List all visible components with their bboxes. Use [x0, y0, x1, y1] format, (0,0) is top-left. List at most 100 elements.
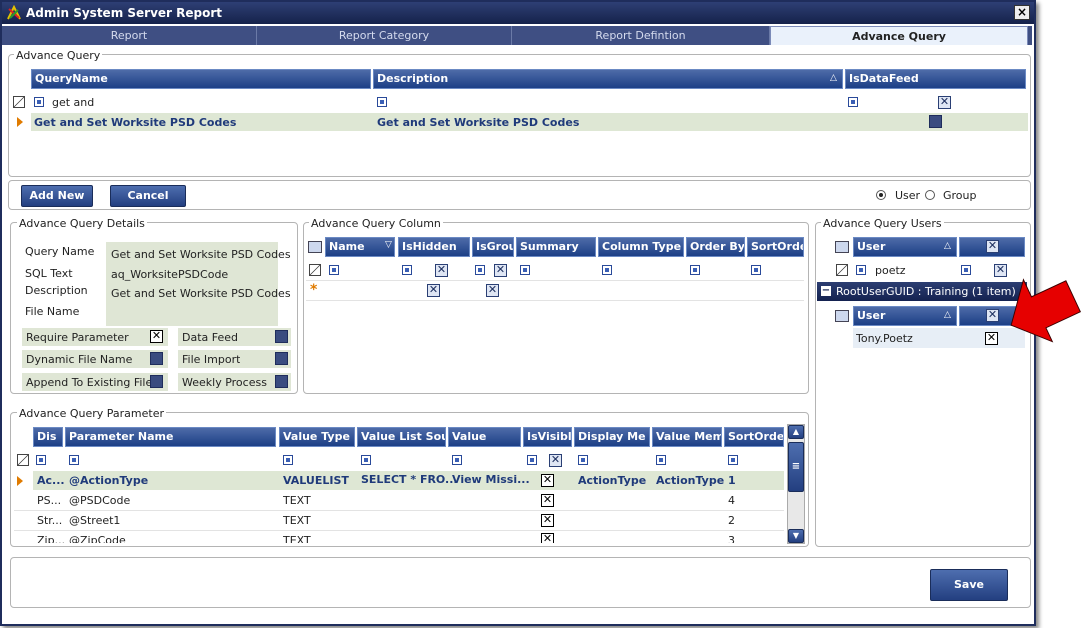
column-chooser-icon[interactable] — [835, 310, 849, 322]
scroll-down-icon[interactable]: ▼ — [788, 529, 804, 543]
new-row-icon: * — [310, 282, 318, 298]
datafeed-filter-operator-icon[interactable] — [848, 97, 858, 107]
col-is-visible[interactable]: IsVisibl — [523, 427, 572, 447]
col-query-name[interactable]: QueryName — [31, 69, 371, 89]
new-row-hidden-checkbox[interactable]: ✕ — [427, 284, 440, 297]
type-filter-operator-icon[interactable] — [283, 455, 293, 465]
param-type: TEXT — [283, 494, 311, 507]
col-display-member[interactable]: Display Me — [574, 427, 650, 447]
user-filter-operator-icon[interactable] — [856, 265, 866, 275]
param-name: @Street1 — [69, 514, 121, 527]
cancel-button[interactable]: Cancel — [110, 185, 186, 207]
row-data-feed-checkbox[interactable] — [929, 115, 942, 128]
sort-filter-operator-icon[interactable] — [728, 455, 738, 465]
valuemem-filter-operator-icon[interactable] — [656, 455, 666, 465]
tab-report-definition[interactable]: Report Defintion — [512, 26, 770, 45]
group-radio-label: Group — [943, 189, 977, 202]
new-row-group-checkbox[interactable]: ✕ — [486, 284, 499, 297]
dynamic-file-name-checkbox[interactable] — [150, 352, 163, 365]
filter-operator-icon[interactable] — [34, 97, 44, 107]
group-radio[interactable] — [925, 190, 935, 200]
sort-filter-operator-icon[interactable] — [751, 265, 761, 275]
summary-filter-operator-icon[interactable] — [520, 265, 530, 275]
row-query-name: Get and Set Worksite PSD Codes — [34, 116, 237, 129]
header-checkbox[interactable]: ✕ — [986, 240, 999, 253]
user-filter-input[interactable]: poetz — [875, 264, 906, 277]
value-filter-operator-icon[interactable] — [452, 455, 462, 465]
file-import-checkbox[interactable] — [275, 352, 288, 365]
description-value[interactable]: Get and Set Worksite PSD Codes — [111, 287, 291, 300]
current-row-icon — [17, 476, 23, 486]
sql-text-value[interactable]: aq_WorksitePSDCode — [111, 268, 228, 281]
col-sort-order[interactable]: SortOrde — [747, 237, 804, 257]
col-value[interactable]: Value — [448, 427, 521, 447]
user-radio[interactable] — [876, 190, 886, 200]
tab-report-category[interactable]: Report Category — [257, 26, 512, 45]
query-name-filter-input[interactable]: get and — [52, 96, 94, 109]
orderby-filter-operator-icon[interactable] — [690, 265, 700, 275]
param-type: VALUELIST — [283, 474, 349, 487]
user-checkbox[interactable]: ✕ — [985, 332, 998, 345]
param-source: SELECT * FRO... — [361, 473, 458, 486]
name-filter-operator-icon[interactable] — [69, 455, 79, 465]
name-filter-operator-icon[interactable] — [329, 265, 339, 275]
column-chooser-icon[interactable] — [308, 241, 322, 253]
hidden-filter-checkbox[interactable]: ✕ — [435, 264, 448, 277]
param-visible-checkbox[interactable]: ✕ — [541, 474, 554, 487]
datafeed-filter-checkbox[interactable]: ✕ — [938, 96, 951, 109]
add-new-button[interactable]: Add New — [21, 185, 93, 207]
save-button[interactable]: Save — [930, 569, 1008, 601]
col-value-type[interactable]: Value Type — [279, 427, 355, 447]
param-visible-checkbox[interactable]: ✕ — [541, 494, 554, 507]
description-filter-operator-icon[interactable] — [377, 97, 387, 107]
col-value-list-source[interactable]: Value List Sour — [357, 427, 446, 447]
source-filter-operator-icon[interactable] — [361, 455, 371, 465]
col-sub-user[interactable]: User — [853, 306, 957, 326]
col-value-member[interactable]: Value Mem — [652, 427, 722, 447]
col-is-data-feed[interactable]: IsDataFeed — [845, 69, 1026, 89]
visible-filter-operator-icon[interactable] — [527, 455, 537, 465]
dis-filter-operator-icon[interactable] — [36, 455, 46, 465]
col-summary[interactable]: Summary — [516, 237, 596, 257]
col-is-hidden[interactable]: IsHidden — [398, 237, 470, 257]
details-label: Advance Query Details — [17, 217, 147, 230]
collapse-icon[interactable]: − — [821, 286, 831, 296]
col-is-group[interactable]: IsGrou — [472, 237, 514, 257]
check-filter-operator-icon[interactable] — [961, 265, 971, 275]
col-order-by[interactable]: Order By — [686, 237, 745, 257]
col-parameter-name[interactable]: Parameter Name — [65, 427, 276, 447]
visible-filter-checkbox[interactable]: ✕ — [549, 454, 562, 467]
type-filter-operator-icon[interactable] — [602, 265, 612, 275]
require-parameter-label: Require Parameter — [26, 331, 129, 344]
group-filter-operator-icon[interactable] — [475, 265, 485, 275]
hidden-filter-operator-icon[interactable] — [402, 265, 412, 275]
param-dis: Str... — [37, 514, 63, 527]
col-column-type[interactable]: Column Type — [598, 237, 684, 257]
require-parameter-checkbox[interactable]: ✕ — [150, 330, 163, 343]
param-visible-checkbox[interactable]: ✕ — [541, 533, 554, 543]
scroll-up-icon[interactable]: ▲ — [788, 425, 804, 439]
scroll-thumb[interactable]: ≡ — [788, 442, 804, 492]
col-user[interactable]: User — [853, 237, 957, 257]
tab-report[interactable]: Report — [2, 26, 257, 45]
row-divider — [14, 510, 784, 511]
sql-text-label: SQL Text — [25, 267, 73, 280]
data-feed-checkbox[interactable] — [275, 330, 288, 343]
display-filter-operator-icon[interactable] — [578, 455, 588, 465]
append-file-checkbox[interactable] — [150, 375, 163, 388]
col-sort-order[interactable]: SortOrder — [724, 427, 784, 447]
close-button[interactable]: × — [1014, 5, 1030, 20]
report-window: Admin System Server Report × Report Repo… — [0, 0, 1036, 626]
weekly-process-label: Weekly Process — [182, 376, 267, 389]
sub-header-checkbox[interactable]: ✕ — [986, 309, 999, 322]
param-visible-checkbox[interactable]: ✕ — [541, 514, 554, 527]
query-name-value[interactable]: Get and Set Worksite PSD Codes — [111, 248, 291, 261]
param-sort: 3 — [728, 534, 735, 543]
column-chooser-icon[interactable] — [835, 241, 849, 253]
col-description[interactable]: Description — [373, 69, 843, 89]
group-filter-checkbox[interactable]: ✕ — [494, 264, 507, 277]
weekly-process-checkbox[interactable] — [275, 375, 288, 388]
tab-advance-query[interactable]: Advance Query — [770, 26, 1028, 45]
col-dis[interactable]: Dis — [33, 427, 63, 447]
params-label: Advance Query Parameter — [17, 407, 167, 420]
